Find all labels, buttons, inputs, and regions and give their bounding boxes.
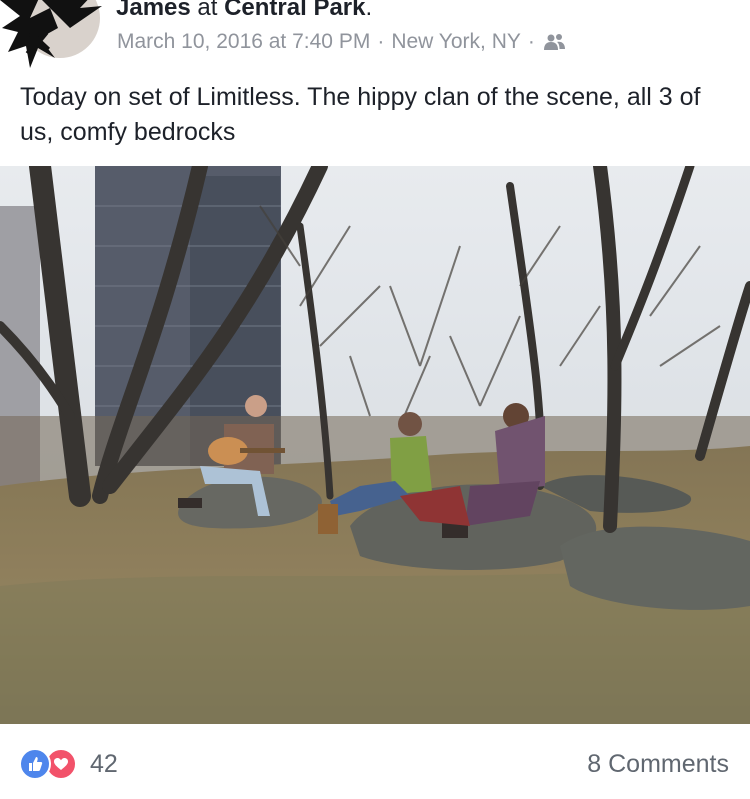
post-timestamp[interactable]: March 10, 2016 at 7:40 PM <box>117 30 370 54</box>
post-header: James at Central Park. March 10, 2016 at… <box>0 0 750 70</box>
post-text: Today on set of Limitless. The hippy cla… <box>20 83 701 146</box>
post-location[interactable]: New York, NY <box>391 30 521 54</box>
post-meta: March 10, 2016 at 7:40 PM · New York, NY… <box>117 30 566 54</box>
meta-separator: · <box>527 30 535 53</box>
period: . <box>365 0 373 21</box>
friends-icon[interactable] <box>543 33 566 51</box>
at-word: at <box>197 0 218 21</box>
meta-separator: · <box>377 30 385 53</box>
reactions-summary[interactable]: 42 <box>19 748 118 780</box>
like-icon <box>19 748 51 780</box>
avatar[interactable] <box>0 0 104 80</box>
author-line: James at Central Park. <box>116 0 372 22</box>
scribbled-avatar-icon <box>0 0 102 68</box>
park-photo-image <box>0 166 750 724</box>
post-footer: 42 8 Comments <box>0 724 750 799</box>
reaction-count: 42 <box>90 749 118 778</box>
post-photo[interactable] <box>0 166 750 724</box>
comments-link[interactable]: 8 Comments <box>587 750 729 779</box>
author-name[interactable]: James <box>116 0 191 21</box>
place-name[interactable]: Central Park <box>224 0 365 21</box>
